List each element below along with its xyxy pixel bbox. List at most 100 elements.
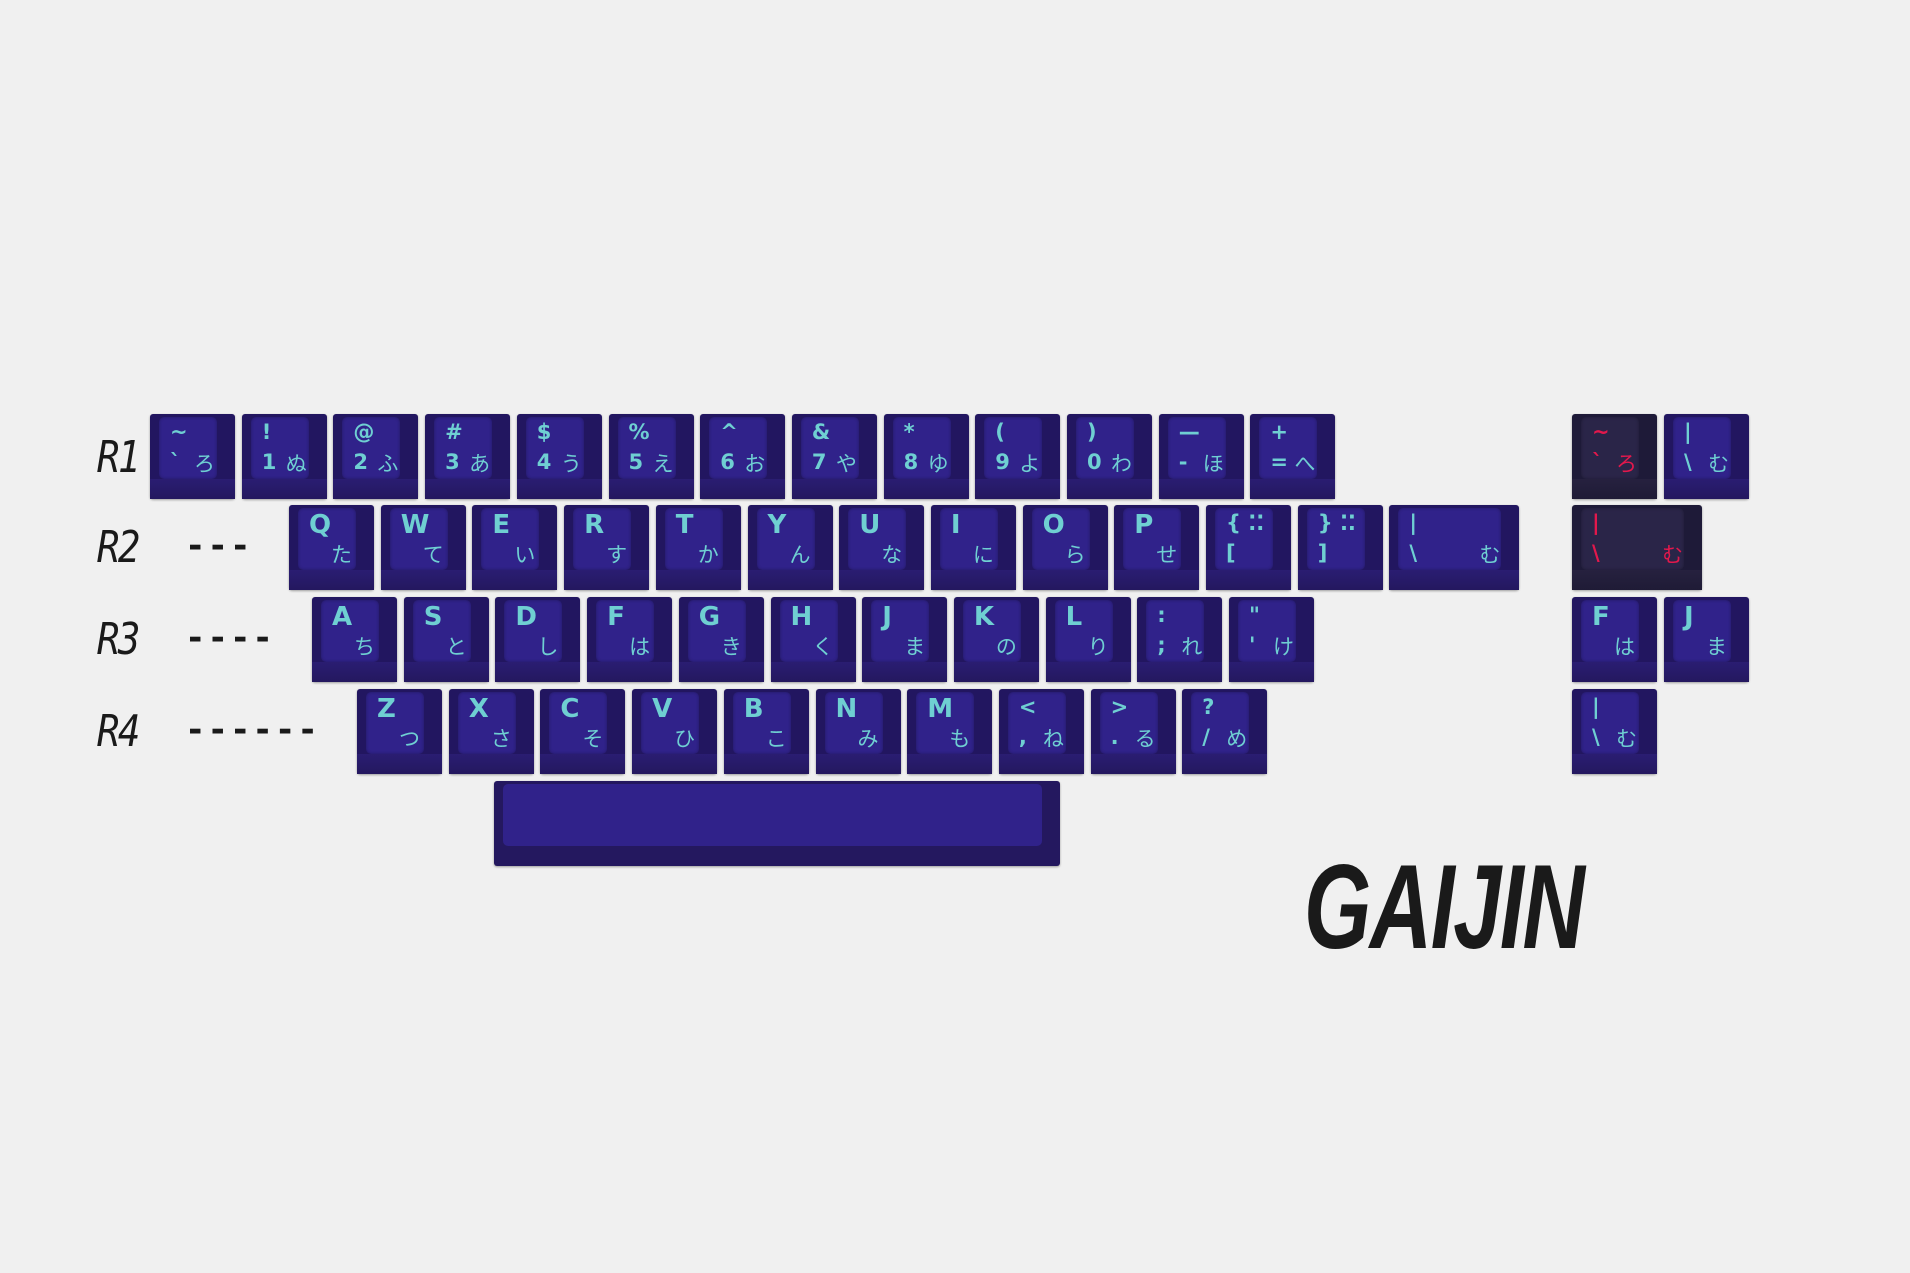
key-legend-top: V [652,694,673,724]
key-legend-kana: ん [789,543,811,567]
key-legend-top: B [743,694,764,724]
keycap: (9 よ [975,414,1061,499]
row-dashes: ---- [185,618,275,658]
key-legend-top: U [859,510,881,540]
key-legend-kana: む [1616,727,1637,751]
keycap: Fは [1572,597,1657,682]
key-legend-top: X [468,694,489,724]
key-legend-top: K [973,602,995,632]
key-legend-top: A [332,602,353,632]
key-legend-top: L [1065,602,1083,632]
keycap: Lり [1045,597,1131,682]
key-legend-top: J [1684,602,1694,632]
key-legend-top: J [882,602,892,632]
keycap: Bこ [723,689,809,774]
keycap: Tか [655,505,741,590]
key-legend-kana: れ [1181,635,1203,659]
key-legend-top: M [927,694,954,724]
key-legend-kana: な [881,543,903,567]
key-legend-top: O [1042,510,1065,540]
keycap: <, ね [998,689,1084,774]
keycap: ? / め [1182,689,1268,774]
key-legend-kana: く [812,635,834,659]
keycap: Hく [770,597,856,682]
key-legend-top: > [1110,695,1129,719]
keycap: % 5 え [608,414,694,499]
key-legend-bottom-left: 3 [445,450,460,474]
key-legend-top: G [698,602,721,632]
key-legend-top: T [675,510,694,540]
key-legend-bottom-left: / [1202,725,1210,749]
key-legend-bottom-left: \ [1592,725,1600,749]
key-legend-kana: て [422,543,444,567]
key-legend-top: S [423,602,443,632]
keycap: Kの [953,597,1039,682]
key-legend-kana: え [652,452,674,476]
keycap: @2 ふ [333,414,419,499]
keycap: Xさ [448,689,534,774]
row-label: R4 [97,706,140,757]
keycap: | \ む [1572,689,1657,774]
key-legend-bottom-left: ` [170,450,181,474]
row-dashes: --- [185,526,253,566]
key-legend-kana: の [995,635,1017,659]
key-legend-kana: か [697,543,719,567]
key-legend-kana: ぬ [285,452,307,476]
keycap: Vひ [632,689,718,774]
key-legend-top: | [1592,695,1600,719]
key-legend-top: ~ [1592,420,1610,444]
key-legend-top: | [1684,420,1692,444]
key-legend-kana: ひ [674,727,696,751]
key-legend-kana: す [606,543,628,567]
key-legend-kana: と [445,635,467,659]
key-legend-kana: こ [765,727,787,751]
key-legend-kana: め [1226,727,1248,751]
key-legend-bottom-left: ` [1592,450,1603,474]
key-legend-bottom-left: \ [1684,450,1692,474]
key-legend-top: < [1018,695,1037,719]
key-legend-top: + [1270,420,1288,444]
key-legend-top: ^ [720,420,738,444]
keycap: #3 あ [425,414,511,499]
key-legend-bottom-left: 4 [536,450,552,474]
key-legend-top: $ [536,420,552,444]
key-legend-bottom-left: ; [1157,633,1166,657]
keycap: | \ む [1389,505,1520,590]
row-label: R3 [97,614,140,665]
keycap: + = へ [1250,414,1336,499]
key-legend-bottom-left: 2 [353,450,369,474]
key-legend-top: D [515,602,537,632]
key-legend-kana: へ [1294,452,1316,476]
keycap: Uな [839,505,925,590]
key-legend-kana: き [720,635,742,659]
key-legend-top: | [1409,511,1418,535]
key-legend-kana: し [537,635,559,659]
key-legend-kana: み [857,727,879,751]
key-legend-kana: わ [1111,452,1132,476]
key-legend-top: { ⁚⁚ [1226,511,1265,535]
key-legend-kana: ら [1064,543,1086,567]
key-legend-top: I [950,510,961,540]
key-legend-top: ) [1087,420,1097,444]
key-legend-bottom-left: 0 [1087,450,1102,474]
keycap: } ⁚⁚] [1297,505,1383,590]
key-legend-kana: ま [904,635,926,659]
keycap: { ⁚⁚ [ [1206,505,1291,590]
key-legend-top: } ⁚⁚ [1317,511,1356,535]
key-legend-bottom-left: , [1018,725,1027,749]
key-legend-bottom-left: 1 [261,450,277,474]
keycap: | \ む [1572,505,1702,590]
keycap: Eい [472,505,558,590]
key-legend-kana: る [1134,727,1156,751]
key-legend-kana: け [1273,635,1294,659]
key-legend-top: E [492,510,511,540]
keycap: Wて [380,505,466,590]
keycap: Aち [312,597,397,682]
key-legend-top: Q [309,510,332,540]
key-legend-top: W [400,510,430,540]
keycap: Sと [403,597,489,682]
key-legend-kana: は [1614,635,1635,659]
key-legend-kana: せ [1156,543,1178,567]
key-legend-bottom-left: 7 [811,450,827,474]
key-legend-top: R [584,510,605,540]
